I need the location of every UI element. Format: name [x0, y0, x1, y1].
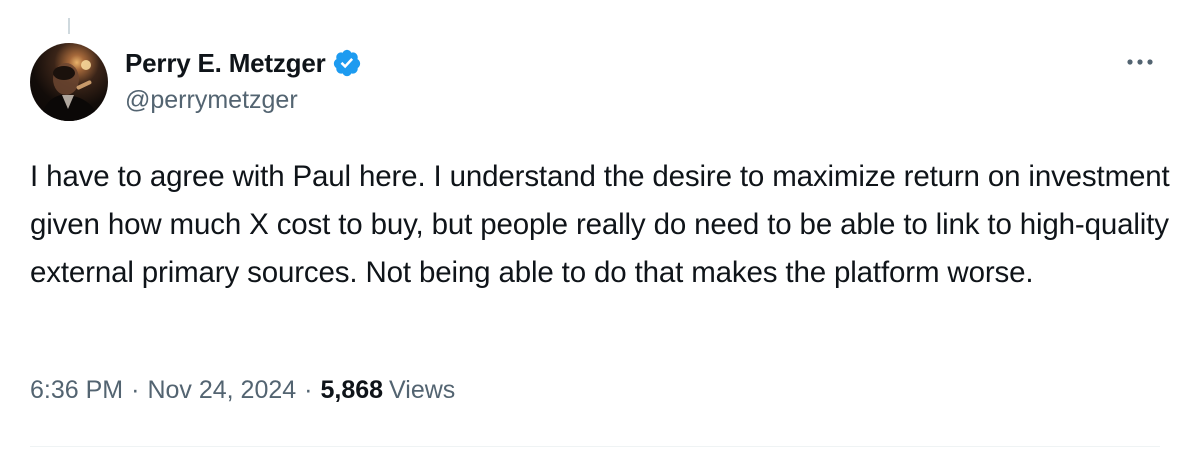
more-options-button[interactable]: [1122, 48, 1158, 76]
verified-badge-icon[interactable]: [332, 48, 362, 78]
views-label[interactable]: Views: [389, 376, 455, 405]
author-display-name[interactable]: Perry E. Metzger: [125, 48, 326, 79]
meta-separator: ·: [131, 376, 140, 404]
more-horizontal-icon: [1127, 59, 1153, 65]
author-avatar[interactable]: [30, 43, 108, 121]
tweet-text: I have to agree with Paul here. I unders…: [30, 160, 1170, 289]
tweet-time[interactable]: 6:36 PM: [30, 376, 123, 405]
avatar-image: [40, 60, 100, 121]
author-handle[interactable]: @perrymetzger: [125, 86, 298, 115]
divider: [30, 446, 1160, 447]
tweet-date[interactable]: Nov 24, 2024: [147, 376, 296, 405]
meta-separator: ·: [304, 376, 313, 404]
views-count[interactable]: 5,868: [320, 376, 383, 405]
thread-connector-line: [68, 18, 70, 34]
tweet-metadata: 6:36 PM · Nov 24, 2024 · 5,868 Views: [30, 376, 455, 405]
author-name-row: Perry E. Metzger: [125, 45, 362, 81]
